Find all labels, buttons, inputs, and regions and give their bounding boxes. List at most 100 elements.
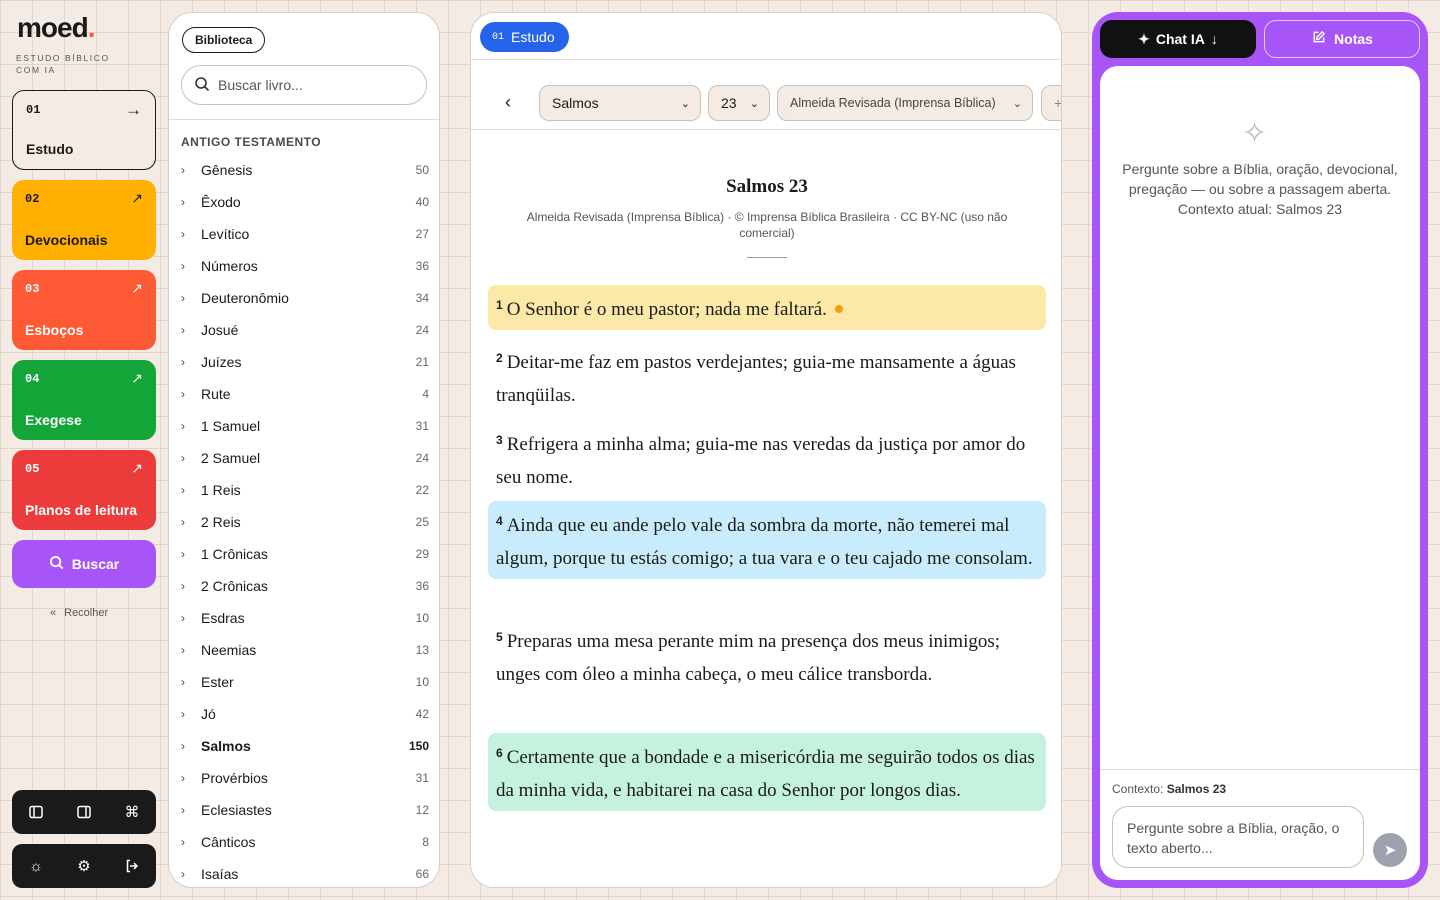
tab-notes[interactable]: Notas bbox=[1264, 20, 1420, 58]
search-button[interactable]: Buscar bbox=[12, 540, 156, 588]
chevron-down-icon: ⌄ bbox=[1012, 97, 1022, 110]
book-item[interactable]: › Ester 10 bbox=[181, 666, 429, 698]
chevron-left-icon[interactable]: ‹ bbox=[505, 92, 511, 113]
book-item[interactable]: › 2 Reis 25 bbox=[181, 506, 429, 538]
sun-icon[interactable]: ☼ bbox=[24, 854, 48, 878]
nav-item-devocionais[interactable]: 02 ↗ Devocionais bbox=[12, 180, 156, 260]
verse-number: 2 bbox=[496, 351, 503, 365]
chevron-right-icon: › bbox=[181, 675, 185, 689]
nav-item-esboços[interactable]: 03 ↗ Esboços bbox=[12, 270, 156, 350]
verse-number: 1 bbox=[496, 298, 503, 312]
chapter-select[interactable]: 23 ⌄ bbox=[708, 85, 770, 121]
add-tab-button[interactable]: + bbox=[1041, 85, 1061, 121]
gear-icon[interactable]: ⚙ bbox=[72, 854, 96, 878]
chevron-right-icon: › bbox=[181, 739, 185, 753]
book-select[interactable]: Salmos ⌄ bbox=[539, 85, 701, 121]
sidebar-left-icon[interactable] bbox=[24, 800, 48, 824]
chevron-right-icon: › bbox=[181, 259, 185, 273]
chapter-count: 29 bbox=[415, 547, 429, 561]
divider bbox=[169, 119, 439, 120]
book-item[interactable]: › Gênesis 50 bbox=[181, 154, 429, 186]
book-item[interactable]: › 1 Samuel 31 bbox=[181, 410, 429, 442]
arrow-up-right-icon: ↗ bbox=[131, 460, 143, 476]
nav-item-planos-de-leitura[interactable]: 05 ↗ Planos de leitura bbox=[12, 450, 156, 530]
chapter-count: 31 bbox=[415, 771, 429, 785]
book-item[interactable]: › Provérbios 31 bbox=[181, 762, 429, 794]
tab-chat[interactable]: ✦ Chat IA ↓ bbox=[1100, 20, 1256, 58]
book-item[interactable]: › Isaías 66 bbox=[181, 858, 429, 887]
book-item[interactable]: › Eclesiastes 12 bbox=[181, 794, 429, 826]
book-item[interactable]: › Josué 24 bbox=[181, 314, 429, 346]
tab-study[interactable]: 01 Estudo bbox=[480, 22, 569, 52]
book-item[interactable]: › Neemias 13 bbox=[181, 634, 429, 666]
verse[interactable]: 4 Ainda que eu ande pelo vale da sombra d… bbox=[488, 501, 1046, 579]
book-item[interactable]: › Jó 42 bbox=[181, 698, 429, 730]
chevron-right-icon: › bbox=[181, 771, 185, 785]
verse[interactable]: 3 Refrigera a minha alma; guia-me nas ver… bbox=[488, 420, 1046, 498]
library-panel: Biblioteca Buscar livro... ANTIGO TESTAM… bbox=[168, 12, 440, 888]
send-button[interactable]: ➤ bbox=[1373, 833, 1407, 867]
collapse-sidebar-button[interactable]: « Recolher bbox=[50, 607, 108, 619]
verse[interactable]: 1O Senhor é o meu pastor; nada me faltar… bbox=[488, 285, 1046, 330]
tab-library[interactable]: Biblioteca bbox=[182, 27, 266, 53]
chevron-right-icon: › bbox=[181, 387, 185, 401]
book-item[interactable]: › Deuteronômio 34 bbox=[181, 282, 429, 314]
book-item[interactable]: › Rute 4 bbox=[181, 378, 429, 410]
verse-number: 3 bbox=[496, 433, 503, 447]
book-name: Eclesiastes bbox=[201, 802, 272, 818]
sidebar-right-icon[interactable] bbox=[72, 800, 96, 824]
chat-input[interactable]: Pergunte sobre a Bíblia, oração, o texto… bbox=[1112, 806, 1364, 868]
book-item[interactable]: › Êxodo 40 bbox=[181, 186, 429, 218]
book-item[interactable]: › 1 Reis 22 bbox=[181, 474, 429, 506]
chevron-right-icon: › bbox=[181, 547, 185, 561]
verse-text: Deitar-me faz em pastos verdejantes; gui… bbox=[496, 352, 1016, 406]
book-item[interactable]: › Cânticos 8 bbox=[181, 826, 429, 858]
book-item[interactable]: › 1 Crônicas 29 bbox=[181, 538, 429, 570]
book-select-value: Salmos bbox=[552, 95, 599, 111]
note-marker-icon[interactable] bbox=[834, 305, 843, 313]
chapter-count: 66 bbox=[415, 867, 429, 881]
nav-item-estudo[interactable]: 01 → Estudo bbox=[12, 90, 156, 170]
chapter-count: 8 bbox=[422, 835, 429, 849]
arrow-up-right-icon: ↗ bbox=[131, 190, 143, 206]
command-icon[interactable]: ⌘ bbox=[120, 800, 144, 824]
chapter-count: 150 bbox=[408, 739, 429, 753]
verse-text: Certamente que a bondade e a misericórdi… bbox=[496, 747, 1035, 801]
arrow-right-icon: → bbox=[125, 100, 142, 119]
book-name: Deuteronômio bbox=[201, 290, 289, 306]
chevron-right-icon: › bbox=[181, 163, 185, 177]
verse[interactable]: 5 Preparas uma mesa perante mim na presen… bbox=[488, 617, 1046, 695]
logout-icon[interactable] bbox=[120, 854, 144, 878]
chat-input-placeholder: Pergunte sobre a Bíblia, oração, o texto… bbox=[1127, 820, 1340, 856]
tab-notes-label: Notas bbox=[1334, 31, 1373, 47]
chat-body: ✧ Pergunte sobre a Bíblia, oração, devoc… bbox=[1100, 66, 1420, 880]
book-item[interactable]: › 2 Crônicas 36 bbox=[181, 570, 429, 602]
verse[interactable]: 2 Deitar-me faz em pastos verdejantes; gu… bbox=[488, 338, 1046, 416]
book-item[interactable]: › Levítico 27 bbox=[181, 218, 429, 250]
chapter-count: 42 bbox=[415, 707, 429, 721]
chevron-right-icon: › bbox=[181, 579, 185, 593]
chevron-down-icon: ⌄ bbox=[680, 97, 690, 110]
book-item[interactable]: › Salmos 150 bbox=[181, 730, 429, 762]
book-list: › Gênesis 50 › Êxodo 40 › Levítico 27 › Números 36 ›… bbox=[181, 154, 429, 887]
verse[interactable]: 6 Certamente que a bondade e a misericórd… bbox=[488, 733, 1046, 811]
divider bbox=[747, 257, 787, 258]
book-name: Josué bbox=[201, 322, 239, 338]
book-item[interactable]: › Esdras 10 bbox=[181, 602, 429, 634]
book-name: Cânticos bbox=[201, 834, 256, 850]
verse-text: Refrigera a minha alma; guia-me nas vere… bbox=[496, 434, 1026, 488]
chevron-right-icon: › bbox=[181, 515, 185, 529]
chevron-right-icon: › bbox=[181, 611, 185, 625]
version-select[interactable]: Almeida Revisada (Imprensa Bíblica) ⌄ bbox=[777, 85, 1033, 121]
nav-item-exegese[interactable]: 04 ↗ Exegese bbox=[12, 360, 156, 440]
chapter-count: 36 bbox=[415, 579, 429, 593]
brand-logo: moed. bbox=[17, 12, 95, 43]
context-value: Salmos 23 bbox=[1166, 782, 1227, 796]
book-search-input[interactable]: Buscar livro... bbox=[181, 65, 427, 105]
verse-text: O Senhor é o meu pastor; nada me faltará… bbox=[506, 299, 827, 320]
book-item[interactable]: › Números 36 bbox=[181, 250, 429, 282]
book-item[interactable]: › Juízes 21 bbox=[181, 346, 429, 378]
chevron-right-icon: › bbox=[181, 867, 185, 881]
chapter-count: 27 bbox=[415, 227, 429, 241]
book-item[interactable]: › 2 Samuel 24 bbox=[181, 442, 429, 474]
